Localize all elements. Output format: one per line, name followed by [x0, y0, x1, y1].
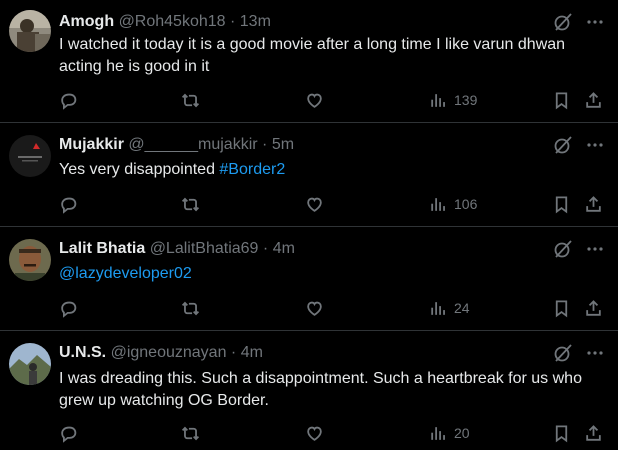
- like-button[interactable]: [305, 422, 324, 444]
- display-name[interactable]: Lalit Bhatia: [59, 240, 145, 257]
- views-count: 24: [454, 300, 470, 316]
- timestamp[interactable]: 13m: [240, 13, 271, 30]
- timestamp[interactable]: 4m: [241, 344, 263, 361]
- tweet[interactable]: Amogh @Roh45koh18 · 13m I watched it tod…: [0, 0, 618, 123]
- tweet-text: I watched it today it is a good movie af…: [59, 36, 566, 75]
- like-icon: [305, 195, 324, 214]
- avatar[interactable]: [9, 239, 51, 281]
- more-icon[interactable]: [584, 11, 606, 33]
- tweet-header: U.N.S. @igneouznayan · 4m: [59, 343, 538, 363]
- share-icon: [584, 195, 603, 214]
- grok-icon[interactable]: [552, 134, 574, 156]
- views-icon: [429, 91, 448, 110]
- bookmark-icon: [552, 195, 571, 214]
- bookmark-icon: [552, 299, 571, 318]
- views-count: 106: [454, 196, 478, 212]
- reply-button[interactable]: [59, 89, 78, 111]
- retweet-icon: [181, 91, 200, 110]
- hashtag-link[interactable]: #Border2: [219, 161, 285, 178]
- avatar[interactable]: [9, 10, 51, 52]
- more-icon[interactable]: [584, 342, 606, 364]
- retweet-button[interactable]: [181, 297, 200, 319]
- reply-icon: [59, 195, 78, 214]
- reply-button[interactable]: [59, 422, 78, 444]
- timestamp[interactable]: 4m: [273, 240, 295, 257]
- retweet-button[interactable]: [181, 89, 200, 111]
- timestamp[interactable]: 5m: [272, 136, 294, 153]
- retweet-icon: [181, 424, 200, 443]
- grok-icon[interactable]: [552, 342, 574, 364]
- bookmark-icon: [552, 424, 571, 443]
- display-name[interactable]: U.N.S.: [59, 344, 106, 361]
- separator: ·: [230, 344, 237, 361]
- reply-icon: [59, 91, 78, 110]
- tweet-text: I was dreading this. Such a disappointme…: [59, 370, 582, 409]
- share-icon: [584, 299, 603, 318]
- views-button[interactable]: 106: [429, 193, 477, 215]
- reply-button[interactable]: [59, 297, 78, 319]
- like-button[interactable]: [305, 297, 324, 319]
- views-count: 139: [454, 92, 478, 108]
- separator: ·: [230, 13, 236, 30]
- bookmark-button[interactable]: [552, 193, 571, 215]
- views-button[interactable]: 20: [429, 422, 470, 444]
- tweet[interactable]: Mujakkir @______mujakkir · 5m Yes very d…: [0, 123, 618, 227]
- tweet-header: Amogh @Roh45koh18 · 13m: [59, 12, 538, 32]
- views-icon: [429, 424, 448, 443]
- display-name[interactable]: Mujakkir: [59, 136, 124, 153]
- tweet[interactable]: U.N.S. @igneouznayan · 4m I was dreading…: [0, 331, 618, 450]
- user-handle[interactable]: @Roh45koh18: [119, 13, 226, 30]
- bookmark-button[interactable]: [552, 297, 571, 319]
- share-button[interactable]: [584, 89, 603, 111]
- views-icon: [429, 195, 448, 214]
- share-button[interactable]: [584, 422, 603, 444]
- reply-icon: [59, 299, 78, 318]
- like-icon: [305, 299, 324, 318]
- retweet-icon: [181, 195, 200, 214]
- reply-button[interactable]: [59, 193, 78, 215]
- views-button[interactable]: 24: [429, 297, 470, 319]
- retweet-button[interactable]: [181, 193, 200, 215]
- tweet-text: Yes very disappointed #Border2: [59, 159, 598, 181]
- user-handle[interactable]: @______mujakkir: [128, 136, 257, 153]
- like-icon: [305, 91, 324, 110]
- mention-link[interactable]: @lazydeveloper02: [59, 265, 192, 282]
- views-icon: [429, 299, 448, 318]
- share-button[interactable]: [584, 297, 603, 319]
- bookmark-button[interactable]: [552, 422, 571, 444]
- retweet-button[interactable]: [181, 422, 200, 444]
- more-icon[interactable]: [584, 134, 606, 156]
- grok-icon[interactable]: [552, 11, 574, 33]
- like-icon: [305, 424, 324, 443]
- share-button[interactable]: [584, 193, 603, 215]
- tweet-feed: Amogh @Roh45koh18 · 13m I watched it tod…: [0, 0, 618, 450]
- tweet-text: @lazydeveloper02: [59, 263, 598, 285]
- more-icon[interactable]: [584, 238, 606, 260]
- reply-icon: [59, 424, 78, 443]
- separator: ·: [262, 136, 268, 153]
- share-icon: [584, 424, 603, 443]
- views-button[interactable]: 139: [429, 89, 477, 111]
- tweet-header: Mujakkir @______mujakkir · 5m: [59, 135, 538, 155]
- separator: ·: [262, 240, 269, 257]
- like-button[interactable]: [305, 89, 324, 111]
- share-icon: [584, 91, 603, 110]
- tweet[interactable]: Lalit Bhatia @LalitBhatia69 · 4m @lazyde…: [0, 227, 618, 331]
- avatar[interactable]: [9, 135, 51, 177]
- retweet-icon: [181, 299, 200, 318]
- tweet-text-content: Yes very disappointed: [59, 161, 220, 178]
- bookmark-icon: [552, 91, 571, 110]
- views-count: 20: [454, 425, 470, 441]
- grok-icon[interactable]: [552, 238, 574, 260]
- user-handle[interactable]: @igneouznayan: [111, 344, 227, 361]
- user-handle[interactable]: @LalitBhatia69: [150, 240, 259, 257]
- bookmark-button[interactable]: [552, 89, 571, 111]
- display-name[interactable]: Amogh: [59, 13, 114, 30]
- like-button[interactable]: [305, 193, 324, 215]
- avatar[interactable]: [9, 343, 51, 385]
- tweet-header: Lalit Bhatia @LalitBhatia69 · 4m: [59, 239, 538, 259]
